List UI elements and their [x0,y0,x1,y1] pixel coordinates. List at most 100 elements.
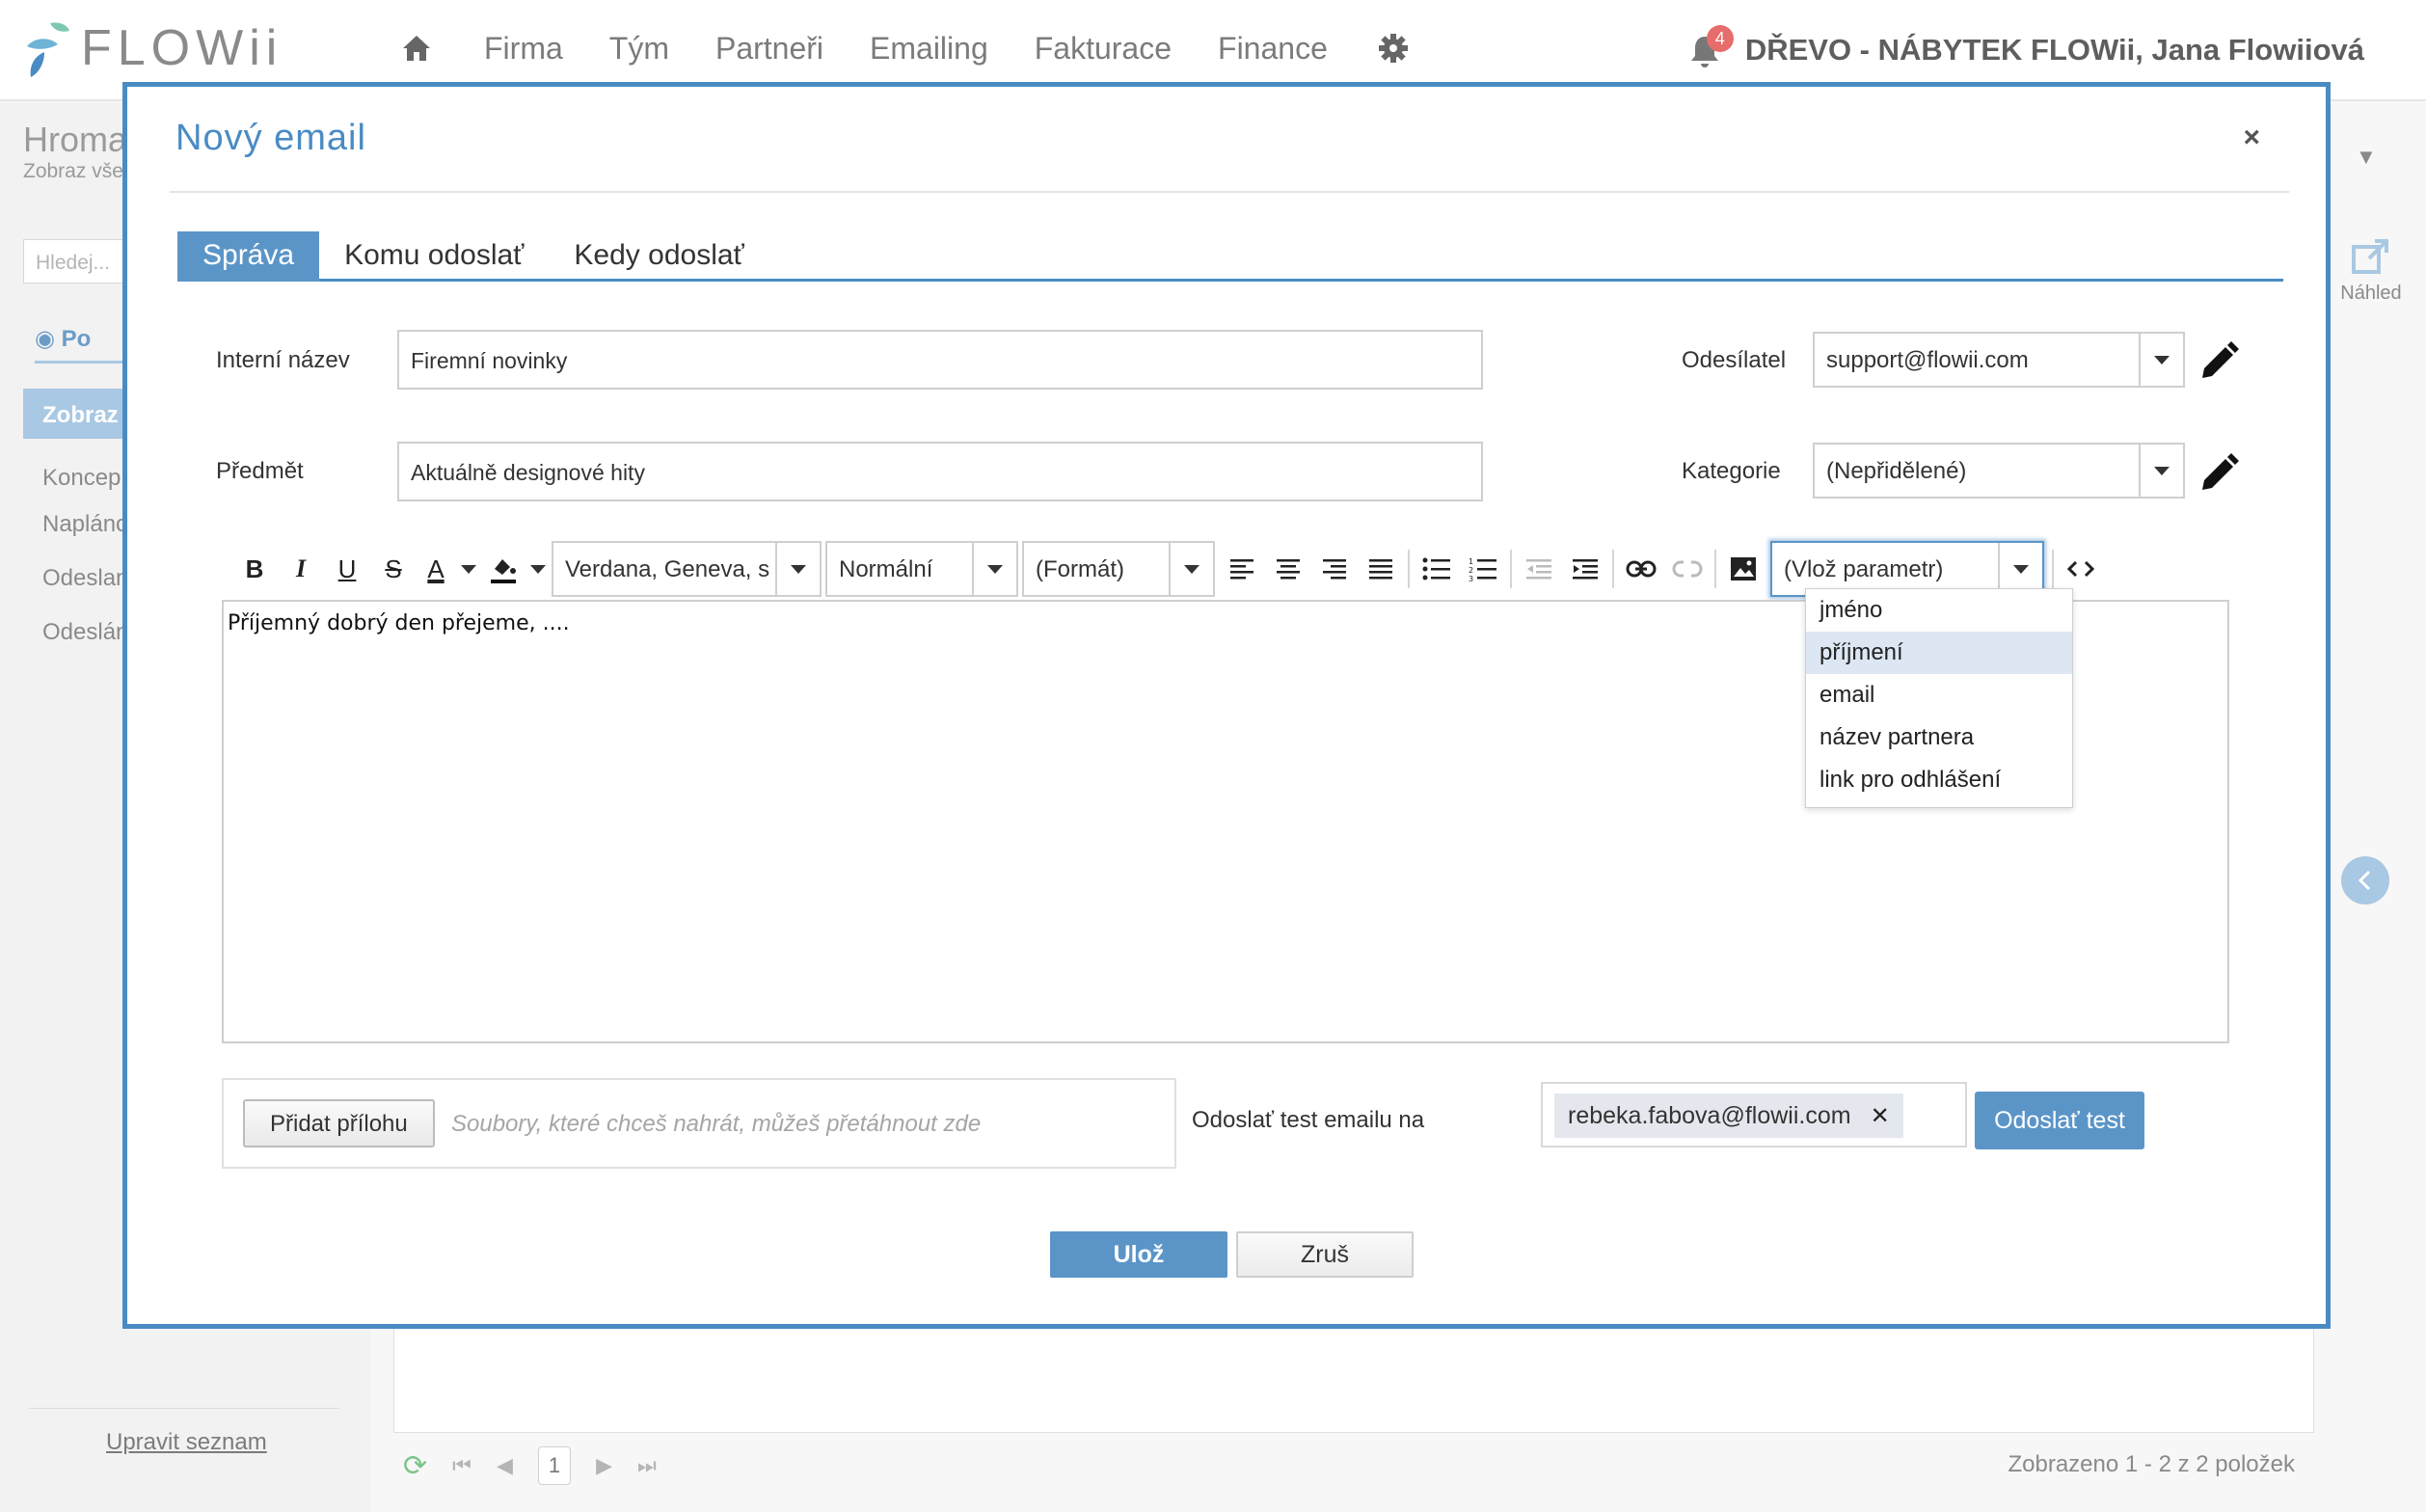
nav-item-finance[interactable]: Finance [1218,31,1328,67]
format-select[interactable]: (Formát) [1022,541,1215,597]
format-value: (Formát) [1036,556,1124,582]
external-link-icon [2352,239,2388,274]
preview-label: Náhled [2340,283,2402,304]
close-icon[interactable]: × [2243,122,2260,154]
bell-icon[interactable]: 4 [1689,25,1734,69]
bullet-list-icon[interactable] [1414,543,1460,595]
font-color-button[interactable]: A [417,543,455,595]
chevron-down-icon[interactable] [1998,543,2042,595]
chevron-down-icon[interactable] [2139,334,2183,386]
parameter-option[interactable]: příjmení [1806,632,2072,674]
cancel-button[interactable]: Zruš [1236,1231,1414,1278]
edit-list-link[interactable]: Upravit seznam [106,1429,267,1456]
chevron-down-icon[interactable]: ▼ [2356,145,2377,170]
align-left-icon[interactable] [1219,543,1265,595]
svg-text:1: 1 [1469,557,1473,566]
last-page-icon[interactable]: ⏭ [637,1453,657,1478]
image-icon[interactable] [1720,543,1766,595]
align-right-icon[interactable] [1311,543,1358,595]
sender-label: Odesílatel [1682,347,1787,373]
first-page-icon[interactable]: ⏮ [452,1453,472,1478]
left-item-odeslani[interactable]: Odeslán [42,619,128,646]
pager: ⟳ ⏮ ◀ 1 ▶ ⏭ [403,1446,657,1485]
parameter-option[interactable]: link pro odhlášení [1806,759,2072,801]
next-page-icon[interactable]: ▶ [596,1453,612,1478]
email-table [393,1311,2314,1433]
chevron-left-icon [2358,870,2371,891]
test-email-label: Odoslať test emailu na [1192,1107,1425,1133]
tab-kedy-odoslat[interactable]: Kedy odoslať [549,231,768,282]
page-title: Hroma [23,120,128,159]
font-family-select[interactable]: Verdana, Geneva, s [552,541,822,597]
subject-input[interactable]: Aktuálně designové hity [397,442,1483,501]
test-email-input[interactable]: rebeka.fabova@flowii.com ✕ [1541,1082,1967,1148]
underline-button[interactable]: U [324,543,370,595]
highlight-color-icon[interactable] [482,543,525,595]
bold-button[interactable]: B [231,543,278,595]
preview-button[interactable]: Náhled [2337,237,2405,305]
prev-page-icon[interactable]: ◀ [497,1453,513,1478]
left-divider [29,1408,339,1409]
nav-item-emailing[interactable]: Emailing [870,31,988,67]
font-color-dropdown[interactable] [455,543,482,595]
nav-item-firma[interactable]: Firma [484,31,563,67]
email-chip-label: rebeka.fabova@flowii.com [1568,1101,1851,1129]
strikethrough-button[interactable]: S [370,543,417,595]
category-select[interactable]: (Nepřidělené) [1813,443,2185,499]
left-item-odeslane[interactable]: Odeslan [42,565,128,592]
indent-icon[interactable] [1562,543,1608,595]
font-size-select[interactable]: Normální [825,541,1018,597]
nav-item-fakturace[interactable]: Fakturace [1035,31,1172,67]
left-item-koncepty[interactable]: Koncep [42,465,121,492]
numbered-list-icon[interactable]: 123 [1460,543,1506,595]
left-item-naplanovane[interactable]: Naplánc [42,511,127,538]
svg-text:2: 2 [1469,566,1473,575]
send-test-button[interactable]: Odoslať test [1975,1092,2144,1149]
refresh-icon[interactable]: ⟳ [403,1449,427,1483]
home-icon[interactable] [397,29,436,68]
left-tab-underline [35,361,131,364]
email-chip: rebeka.fabova@flowii.com ✕ [1554,1094,1903,1138]
highlight-color-dropdown[interactable] [525,543,552,595]
align-justify-icon[interactable] [1358,543,1404,595]
save-button[interactable]: Ulož [1050,1231,1227,1278]
italic-button[interactable]: I [278,543,324,595]
nav-item-partneri[interactable]: Partneři [715,31,823,67]
item-count: Zobrazeno 1 - 2 z 2 položek [2008,1451,2295,1477]
link-icon[interactable] [1618,543,1664,595]
search-input[interactable]: Hledej... [23,239,139,284]
pencil-icon[interactable] [2198,341,2239,382]
chevron-down-icon[interactable] [1169,543,1213,595]
toolbar-separator [1510,550,1512,588]
align-center-icon[interactable] [1265,543,1311,595]
add-attachment-button[interactable]: Přidat přílohu [243,1099,435,1148]
insert-parameter-value: (Vlož parametr) [1784,556,1944,582]
logo[interactable]: FLOWii [21,15,283,81]
eye-icon: ◉ [35,326,62,352]
user-company-name[interactable]: DŘEVO - NÁBYTEK FLOWii, Jana Flowiiová [1745,33,2364,68]
left-item-active[interactable]: Zobraz [23,389,129,439]
nav-item-tym[interactable]: Tým [609,31,669,67]
parameter-option[interactable]: jméno [1806,589,2072,632]
gear-icon[interactable] [1374,29,1413,68]
pencil-icon[interactable] [2198,453,2239,494]
internal-name-input[interactable]: Firemní novinky [397,330,1483,390]
tab-komu-odoslat[interactable]: Komu odoslať [319,231,549,282]
chevron-down-icon[interactable] [972,543,1016,595]
new-email-modal: Nový email × Správa Komu odoslať Kedy od… [122,82,2331,1329]
chevron-down-icon[interactable] [2139,445,2183,497]
left-tab[interactable]: ◉ Po [35,325,91,353]
parameter-option[interactable]: email [1806,674,2072,716]
parameter-option[interactable]: název partnera [1806,716,2072,759]
sender-value: support@flowii.com [1826,347,2029,373]
tab-sprava[interactable]: Správa [177,231,320,282]
remove-chip-icon[interactable]: ✕ [1871,1102,1890,1130]
page-number[interactable]: 1 [537,1446,572,1485]
chevron-down-icon[interactable] [775,543,820,595]
outdent-icon[interactable] [1516,543,1562,595]
unlink-icon[interactable] [1664,543,1711,595]
attachment-dropzone[interactable]: Přidat přílohu Soubory, které chceš nahr… [222,1078,1176,1169]
source-code-icon[interactable] [2058,543,2104,595]
sender-select[interactable]: support@flowii.com [1813,332,2185,388]
collapse-panel-button[interactable] [2341,856,2389,904]
